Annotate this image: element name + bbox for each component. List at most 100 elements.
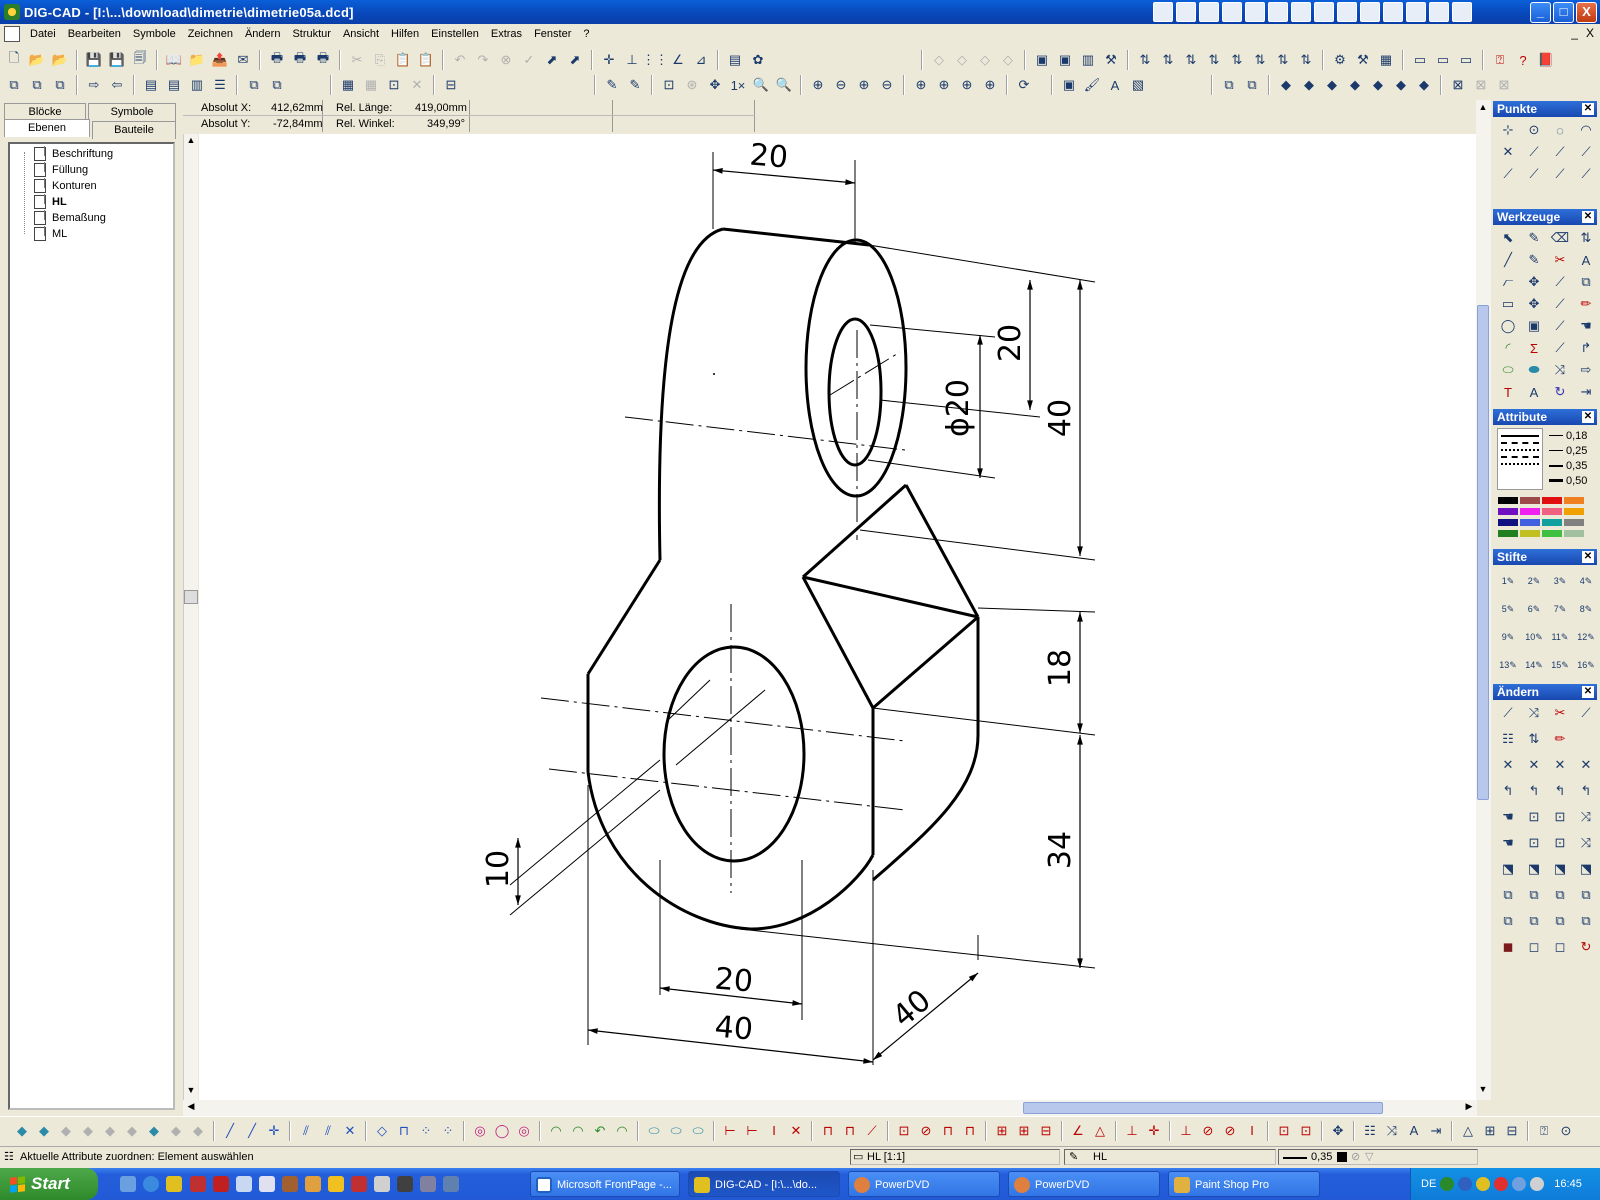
- layer-item-fuellung[interactable]: Füllung: [10, 162, 173, 178]
- tangent-point-icon[interactable]: ⟋: [1575, 142, 1597, 162]
- quick-icon[interactable]: [1176, 2, 1196, 22]
- text-attr-icon[interactable]: A: [1105, 75, 1125, 95]
- grid-icon[interactable]: ⋮⋮: [642, 50, 668, 70]
- modify-29-icon[interactable]: ⧉: [1523, 885, 1545, 905]
- scroll-up-arrow-icon[interactable]: ▲: [1476, 102, 1490, 116]
- hatch-icon[interactable]: ⬬: [1523, 360, 1545, 380]
- measure-icon[interactable]: ⊟: [441, 75, 461, 95]
- point-icon[interactable]: ⊹: [1497, 120, 1519, 140]
- align-icon[interactable]: ☰: [210, 75, 230, 95]
- window-3-icon[interactable]: ▭: [1456, 50, 1476, 70]
- pen-8-icon[interactable]: 8✎: [1575, 599, 1597, 619]
- scroll-thumb[interactable]: [1023, 1102, 1383, 1114]
- menu-extras[interactable]: Extras: [485, 28, 528, 40]
- quicklaunch-digcad-icon[interactable]: [166, 1176, 182, 1192]
- rotate-icon[interactable]: ↻: [1549, 382, 1571, 402]
- pen-alt-icon[interactable]: ✎: [625, 75, 645, 95]
- arc-tool-4-icon[interactable]: ◠: [612, 1121, 632, 1141]
- color-swatch[interactable]: [1520, 508, 1540, 515]
- modify-13-icon[interactable]: ↰: [1523, 781, 1545, 801]
- endpoint-icon[interactable]: ⟋: [1549, 142, 1571, 162]
- horizontal-scrollbar[interactable]: ◀ ▶: [183, 1100, 1477, 1116]
- cut-icon[interactable]: ✂: [347, 50, 367, 70]
- tools-icon[interactable]: ⚒: [1101, 50, 1121, 70]
- modify-15-icon[interactable]: ↰: [1575, 781, 1597, 801]
- color-swatch[interactable]: [1542, 497, 1562, 504]
- parallel-1-icon[interactable]: ⫽: [296, 1121, 316, 1141]
- hatch-icon[interactable]: ▧: [1128, 75, 1148, 95]
- book-icon[interactable]: 📖: [164, 50, 184, 70]
- transform-6-icon[interactable]: ⇅: [1250, 50, 1270, 70]
- brush-icon[interactable]: 🖌: [1082, 75, 1102, 95]
- quick-icon[interactable]: [1199, 2, 1219, 22]
- color-swatch[interactable]: [1498, 508, 1518, 515]
- color-swatch[interactable]: [1520, 497, 1540, 504]
- view-5-icon[interactable]: ◆: [100, 1121, 120, 1141]
- quicklaunch-desktop-icon[interactable]: [120, 1176, 136, 1192]
- menu-ansicht[interactable]: Ansicht: [337, 28, 385, 40]
- task-digcad[interactable]: DIG-CAD - [I:\...\do...: [688, 1171, 840, 1197]
- task-powerdvd-2[interactable]: PowerDVD: [1008, 1171, 1160, 1197]
- manual-icon[interactable]: 📕: [1536, 50, 1556, 70]
- layer-up-icon[interactable]: ⧉: [4, 75, 24, 95]
- zoom-next-icon[interactable]: ⊖: [877, 75, 897, 95]
- mail-icon[interactable]: ✉: [233, 50, 253, 70]
- pen-12-icon[interactable]: 12✎: [1575, 627, 1597, 647]
- zoom-extents-3-icon[interactable]: ⊕: [957, 75, 977, 95]
- scroll-down-arrow-icon[interactable]: ▼: [184, 1085, 198, 1099]
- pen-11-icon[interactable]: 11✎: [1549, 627, 1571, 647]
- quick-icon[interactable]: [1291, 2, 1311, 22]
- solid-7-icon[interactable]: ◆: [1414, 75, 1434, 95]
- pen-icon[interactable]: ✎: [602, 75, 622, 95]
- quicklaunch-app-6-icon[interactable]: [305, 1176, 321, 1192]
- pen-9-icon[interactable]: 9✎: [1497, 627, 1519, 647]
- modify-39-icon[interactable]: ↻: [1575, 937, 1597, 957]
- select-arrow-icon[interactable]: ⬉: [1497, 228, 1519, 248]
- export-icon[interactable]: 📤: [210, 50, 230, 70]
- plot-icon[interactable]: 🖶: [313, 50, 333, 70]
- hand-icon[interactable]: ☚: [1575, 316, 1597, 336]
- close-icon[interactable]: ✕: [1582, 211, 1594, 223]
- color-swatch[interactable]: [1542, 530, 1562, 537]
- quick-icon[interactable]: [1153, 2, 1173, 22]
- dim-tool-2-icon[interactable]: ⊢: [742, 1121, 762, 1141]
- dim-tool-24-icon[interactable]: ⊡: [1296, 1121, 1316, 1141]
- modify-14-icon[interactable]: ↰: [1549, 781, 1571, 801]
- help-pointer-icon[interactable]: ⍰: [1490, 50, 1510, 70]
- left-vertical-scrollbar[interactable]: ▲ ▼: [183, 134, 198, 1100]
- trim-icon[interactable]: ⟋: [1549, 272, 1571, 292]
- color-swatch[interactable]: [1520, 519, 1540, 526]
- dim-tool-7-icon[interactable]: ⟋: [862, 1121, 882, 1141]
- move-vertical-icon[interactable]: ⇅: [1575, 228, 1597, 248]
- zoom-1x-icon[interactable]: 1×: [728, 75, 748, 95]
- scissors-icon[interactable]: ✂: [1549, 250, 1571, 270]
- line-width-option[interactable]: 0,18: [1549, 428, 1587, 443]
- modify-11-icon[interactable]: ✕: [1575, 755, 1597, 775]
- plugin-icon[interactable]: ✿: [748, 50, 768, 70]
- circle-point-icon[interactable]: ◌: [1549, 120, 1571, 140]
- quick-icon[interactable]: [1406, 2, 1426, 22]
- arrow-right-icon[interactable]: ⇨: [84, 75, 104, 95]
- color-swatch[interactable]: [1564, 497, 1584, 504]
- solid-3-icon[interactable]: ◆: [1322, 75, 1342, 95]
- pointer-alt-icon[interactable]: ⬈: [565, 50, 585, 70]
- scroll-up-arrow-icon[interactable]: ▲: [184, 135, 198, 149]
- quicklaunch-app-10-icon[interactable]: [397, 1176, 413, 1192]
- modify-25-icon[interactable]: ⬔: [1523, 859, 1545, 879]
- quick-icon[interactable]: [1314, 2, 1334, 22]
- copy-icon[interactable]: ⎘: [370, 50, 390, 70]
- zoom-extents-4-icon[interactable]: ⊕: [980, 75, 1000, 95]
- arrow-icon[interactable]: ⇨: [1575, 360, 1597, 380]
- transform-4-icon[interactable]: ⇅: [1204, 50, 1224, 70]
- color-swatch[interactable]: [1498, 497, 1518, 504]
- dim-tool-1-icon[interactable]: ⊢: [720, 1121, 740, 1141]
- quicklaunch-app-9-icon[interactable]: [374, 1176, 390, 1192]
- dim-tool-15-icon[interactable]: ∠: [1068, 1121, 1088, 1141]
- text-edit-icon[interactable]: A: [1523, 382, 1545, 402]
- circle-tool-3-icon[interactable]: ◎: [514, 1121, 534, 1141]
- transform-2-icon[interactable]: ⇅: [1158, 50, 1178, 70]
- layer-icon[interactable]: ▤: [725, 50, 745, 70]
- pen-5-icon[interactable]: 5✎: [1497, 599, 1519, 619]
- help-icon[interactable]: ?: [1513, 50, 1533, 70]
- quick-icon[interactable]: [1429, 2, 1449, 22]
